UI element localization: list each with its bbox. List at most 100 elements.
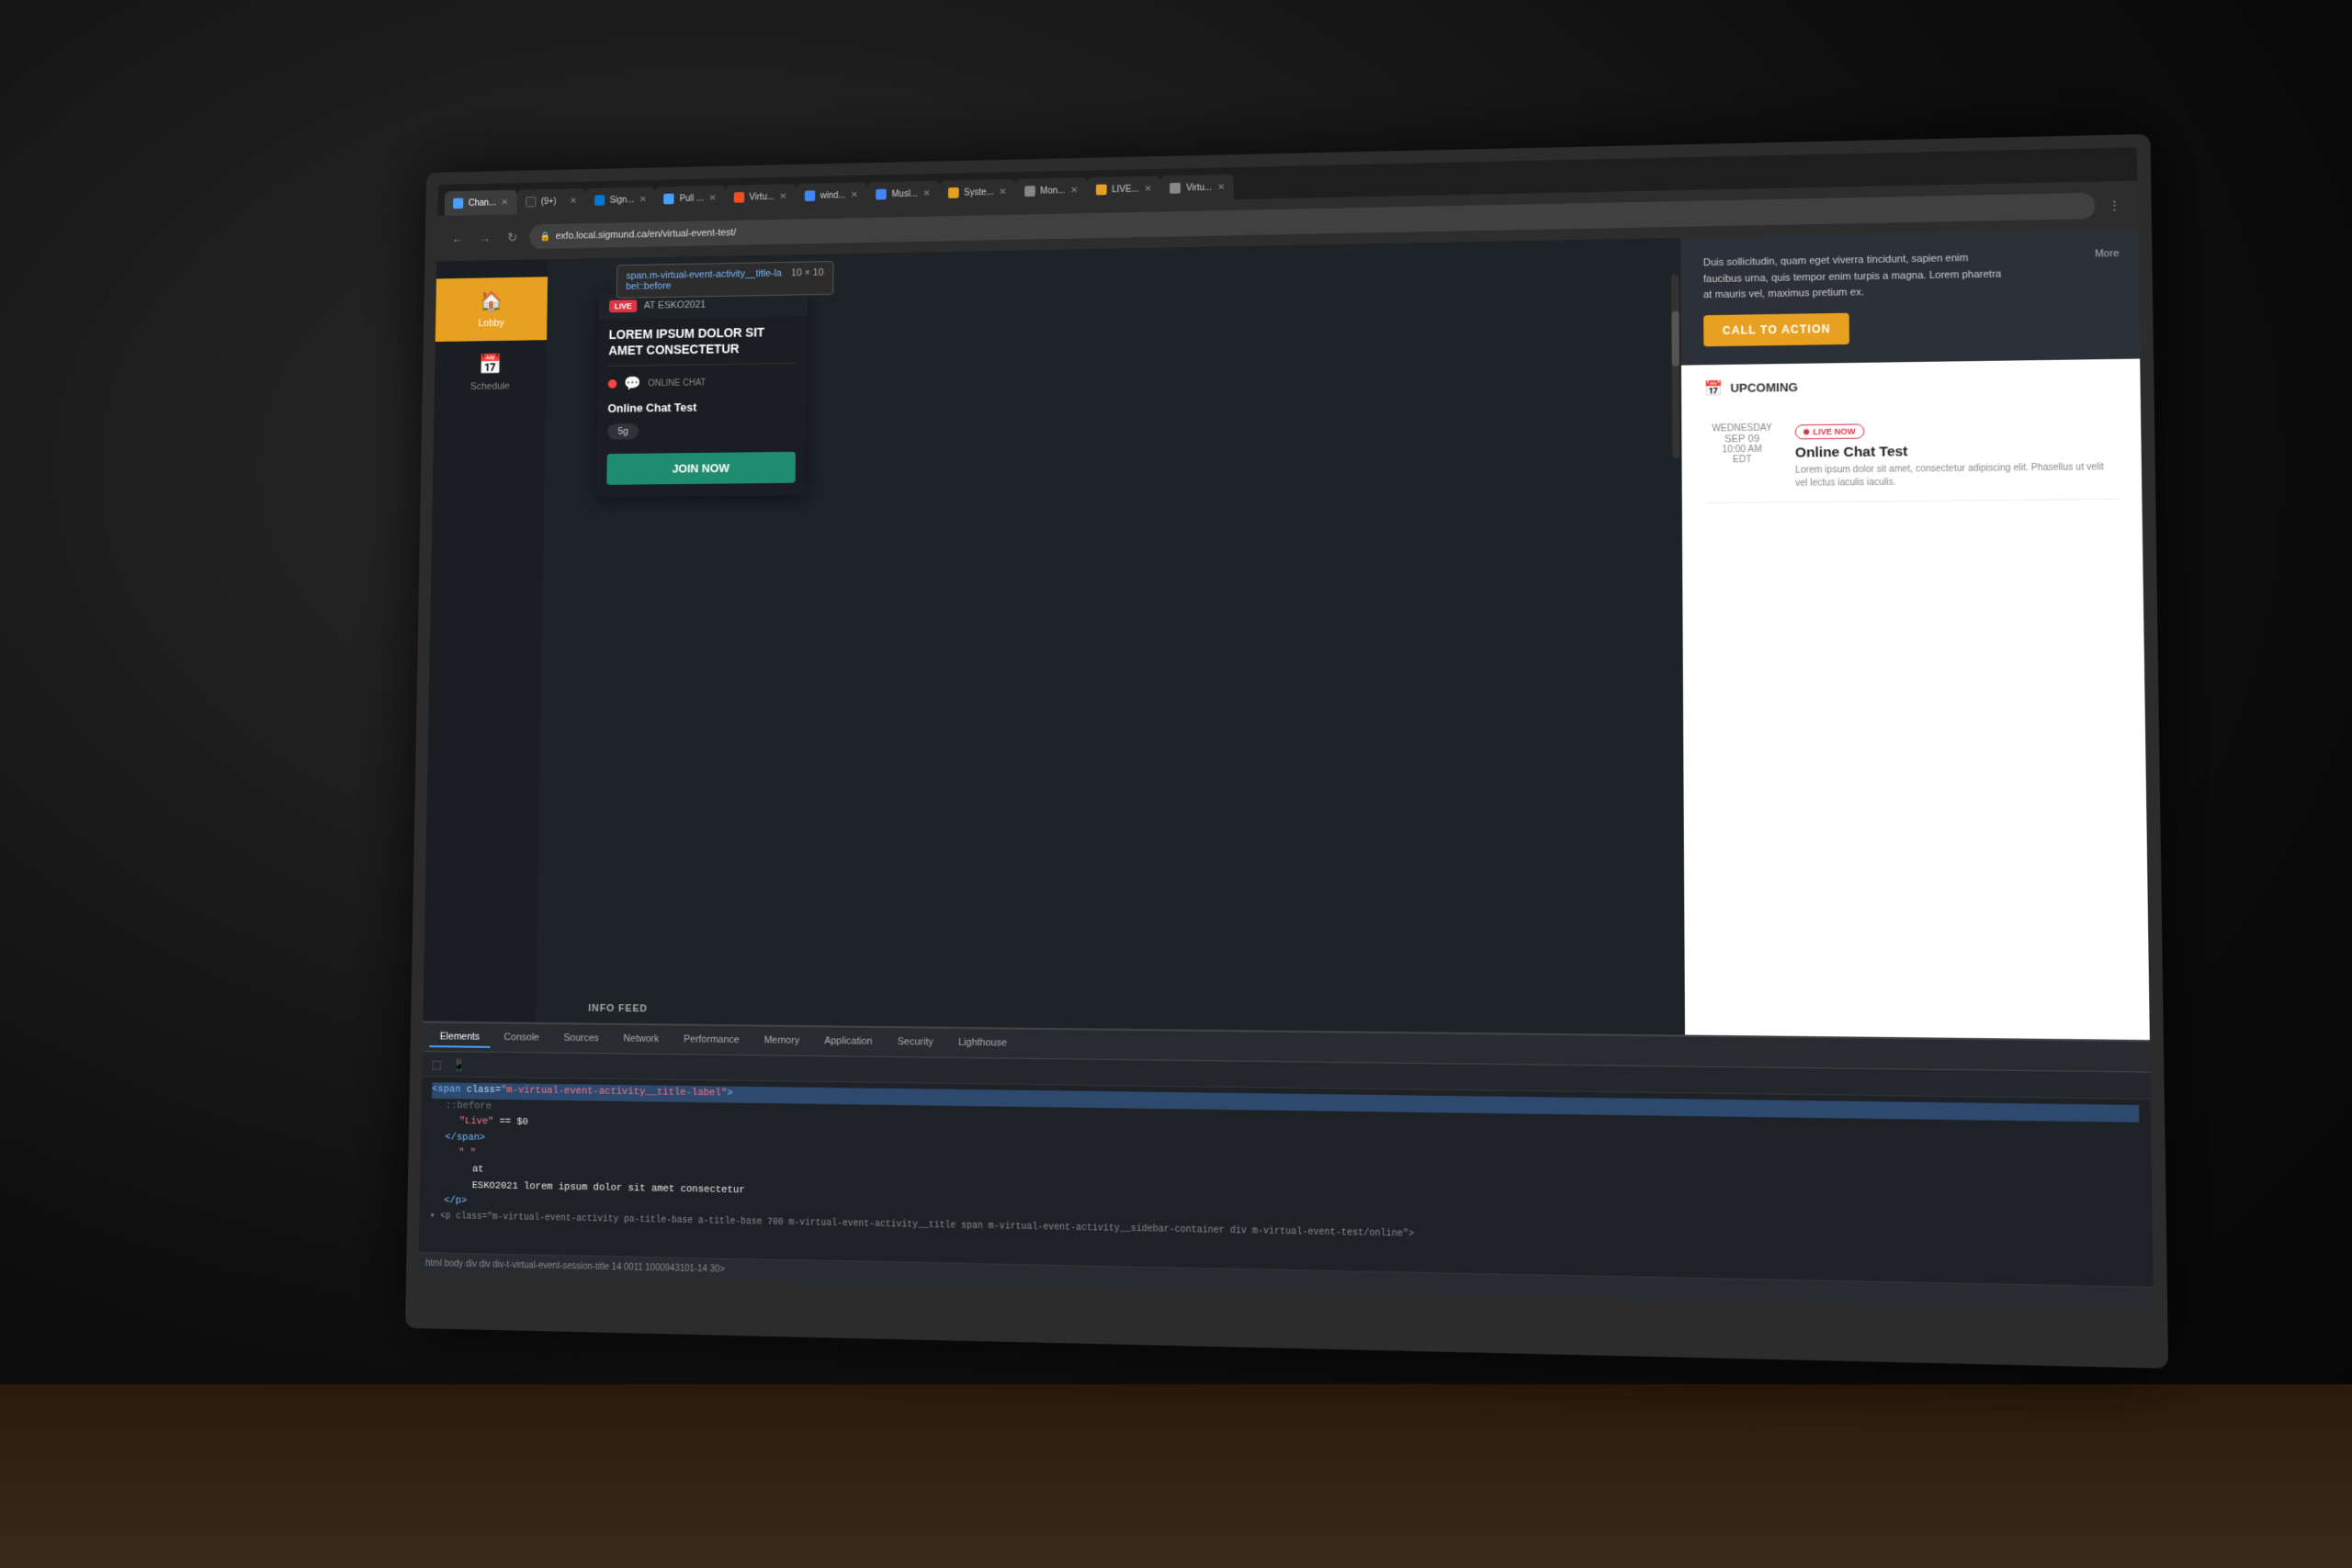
- event-timezone: EDT: [1704, 455, 1780, 466]
- cta-button[interactable]: CALL TO ACTION: [1703, 312, 1849, 346]
- tab-close-btn[interactable]: ✕: [779, 192, 786, 202]
- browser-tab-wind[interactable]: wind... ✕: [796, 182, 867, 209]
- tab-label: Mon...: [1040, 186, 1065, 196]
- chat-name: Online Chat Test: [597, 400, 807, 421]
- devtools-device-toggle-btn[interactable]: 📱: [451, 1056, 467, 1073]
- hero-text: Duis sollicitudin, quam eget viverra tin…: [1703, 250, 2007, 304]
- devtools-select-element-btn[interactable]: ⬚: [429, 1055, 445, 1072]
- schedule-icon: 📅: [479, 353, 503, 376]
- live-now-dot: [1804, 429, 1809, 434]
- devtools-tab-application[interactable]: Application: [813, 1032, 883, 1053]
- browser-tab-live[interactable]: LIVE... ✕: [1087, 176, 1161, 203]
- devtools-code-area: <span class="m-virtual-event-activity__t…: [419, 1077, 2154, 1286]
- upcoming-label: UPCOMING: [1730, 380, 1798, 395]
- scrollbar-thumb[interactable]: [1671, 311, 1679, 367]
- tab-label: Virtu...: [749, 192, 774, 202]
- browser-tab-mon[interactable]: Mon... ✕: [1015, 177, 1087, 204]
- devtools-tab-security[interactable]: Security: [887, 1032, 944, 1054]
- event-description: Lorem ipsum dolor sit amet, consectetur …: [1795, 461, 2119, 491]
- time-badge: 5g: [607, 423, 639, 440]
- back-button[interactable]: ←: [447, 228, 469, 249]
- tab-label: Musl...: [891, 188, 917, 198]
- tab-close-btn[interactable]: ✕: [570, 196, 577, 206]
- devtools-tab-console[interactable]: Console: [493, 1028, 549, 1048]
- event-day-name: WEDNESDAY: [1704, 423, 1780, 434]
- right-hero-section: More Duis sollicitudin, quam eget viverr…: [1680, 229, 2140, 365]
- lock-icon: 🔒: [539, 231, 550, 242]
- browser-tab-sign[interactable]: Sign... ✕: [585, 186, 655, 212]
- tab-favicon: [664, 194, 674, 205]
- tab-close-btn[interactable]: ✕: [999, 186, 1006, 197]
- tab-close-btn[interactable]: ✕: [639, 195, 647, 205]
- tab-label: Chan...: [469, 197, 496, 208]
- tab-close-btn[interactable]: ✕: [1070, 186, 1078, 196]
- tab-favicon: [948, 187, 959, 198]
- scrollbar[interactable]: [1671, 275, 1679, 458]
- browser-tab-pull[interactable]: Pull ... ✕: [655, 186, 725, 211]
- devtools-tab-sources[interactable]: Sources: [553, 1029, 610, 1049]
- browser-tab-musl[interactable]: Musl... ✕: [867, 181, 940, 208]
- tab-close-btn[interactable]: ✕: [1217, 182, 1225, 192]
- event-date-column: WEDNESDAY SEP 09 10:00 AM EDT: [1704, 423, 1781, 491]
- sidebar-item-schedule[interactable]: 📅 Schedule: [435, 340, 547, 405]
- event-month-day: SEP 09: [1704, 433, 1780, 445]
- event-details: LIVE NOW Online Chat Test Lorem ipsum do…: [1795, 419, 2119, 491]
- url-text: exfo.local.sigmund.ca/en/virtual-event-t…: [556, 228, 737, 242]
- browser-tab-notion[interactable]: (9+) ✕: [516, 188, 585, 214]
- event-sidebar: 🏠 Lobby 📅 Schedule: [423, 259, 548, 1022]
- more-link[interactable]: More: [2095, 248, 2120, 260]
- tab-favicon: [526, 197, 536, 208]
- online-status-dot: [608, 379, 617, 389]
- browser-content: 🏠 Lobby 📅 Schedule span.m-virtual-event-…: [423, 229, 2150, 1040]
- tab-close-btn[interactable]: ✕: [923, 188, 931, 198]
- devtools-tab-network[interactable]: Network: [613, 1029, 670, 1049]
- extensions-button[interactable]: ⋮: [2103, 194, 2127, 217]
- tab-close-btn[interactable]: ✕: [851, 190, 858, 200]
- tab-label: (9+): [541, 197, 557, 207]
- event-main-area: span.m-virtual-event-activity__title-la …: [536, 238, 1685, 1035]
- tab-favicon: [876, 189, 887, 200]
- monitor-frame: Chan... ✕ (9+) ✕ Sign... ✕ Pull ... ✕: [405, 134, 2168, 1369]
- tab-favicon: [594, 195, 605, 206]
- live-badge: LIVE: [609, 299, 637, 312]
- home-icon: 🏠: [480, 290, 503, 313]
- sidebar-label-schedule: Schedule: [470, 381, 510, 392]
- tab-close-btn[interactable]: ✕: [501, 197, 508, 208]
- inspector-tooltip: span.m-virtual-event-activity__title-la …: [616, 261, 833, 299]
- tab-label: wind...: [820, 190, 846, 200]
- event-right-panel: More Duis sollicitudin, quam eget viverr…: [1680, 229, 2150, 1040]
- upcoming-header: 📅 UPCOMING: [1704, 374, 2118, 398]
- tab-favicon: [1096, 185, 1107, 196]
- sidebar-item-lobby[interactable]: 🏠 Lobby: [435, 276, 548, 342]
- live-now-badge: LIVE NOW: [1795, 423, 1864, 439]
- join-now-button[interactable]: JOIN NOW: [606, 452, 796, 485]
- activity-title: LOREM IPSUM DOLOR SIT AMET CONSECTETUR: [598, 316, 808, 366]
- browser-tab-virtu[interactable]: Virtu... ✕: [725, 184, 796, 210]
- tab-label: Sign...: [610, 195, 635, 205]
- online-chat-row: 💬 ONLINE CHAT: [597, 364, 807, 402]
- reload-button[interactable]: ↻: [502, 227, 523, 248]
- activity-card: LIVE AT ESKO2021 LOREM IPSUM DOLOR SIT A…: [596, 289, 808, 497]
- browser-tab-virtu2[interactable]: Virtu... ✕: [1160, 175, 1234, 201]
- devtools-tab-performance[interactable]: Performance: [673, 1030, 750, 1051]
- event-item: WEDNESDAY SEP 09 10:00 AM EDT LIVE NOW: [1704, 408, 2119, 503]
- inspector-selector: span.m-virtual-event-activity__title-la: [626, 268, 781, 282]
- devtools-tab-lighthouse[interactable]: Lighthouse: [947, 1032, 1018, 1054]
- monitor-screen: Chan... ✕ (9+) ✕ Sign... ✕ Pull ... ✕: [418, 147, 2154, 1310]
- tab-label: Syste...: [964, 187, 993, 197]
- devtools-tab-elements[interactable]: Elements: [429, 1027, 490, 1047]
- browser-tab-chan[interactable]: Chan... ✕: [445, 190, 517, 216]
- live-now-text: LIVE NOW: [1813, 426, 1855, 436]
- tab-close-btn[interactable]: ✕: [708, 193, 716, 203]
- devtools-tab-memory[interactable]: Memory: [753, 1031, 810, 1052]
- desk-surface: [0, 1384, 2352, 1568]
- chat-label: ONLINE CHAT: [648, 378, 706, 389]
- browser-tab-syste[interactable]: Syste... ✕: [939, 179, 1015, 206]
- tab-close-btn[interactable]: ✕: [1144, 184, 1151, 194]
- tab-label: LIVE...: [1112, 184, 1138, 194]
- tab-label: Pull ...: [680, 193, 704, 203]
- event-time: 10:00 AM: [1704, 444, 1780, 455]
- forward-button[interactable]: →: [474, 227, 495, 248]
- tab-label: Virtu...: [1186, 183, 1212, 193]
- calendar-icon: 📅: [1704, 379, 1724, 398]
